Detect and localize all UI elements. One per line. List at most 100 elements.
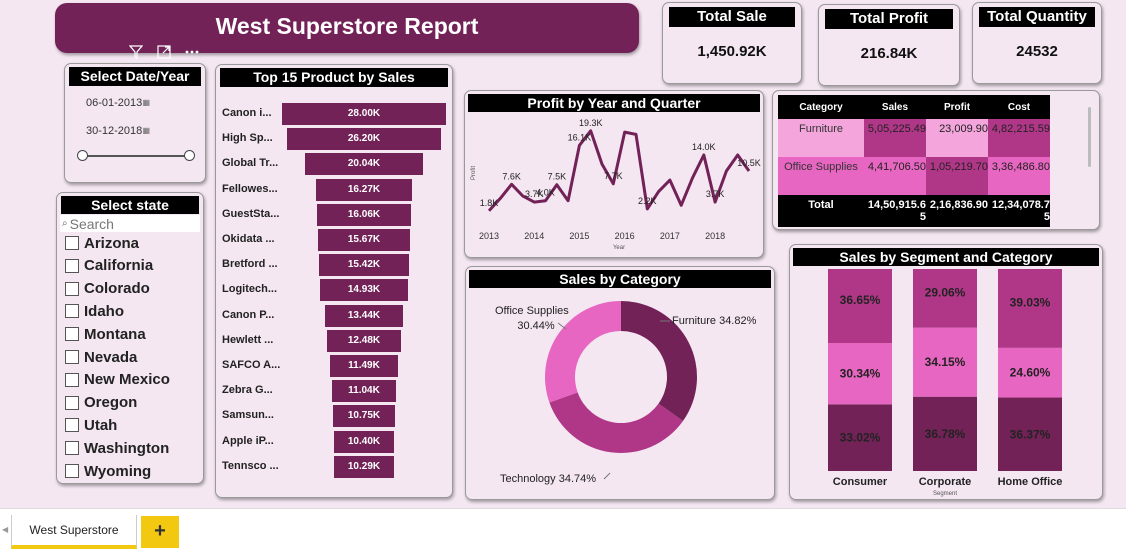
state-option[interactable]: Montana: [65, 324, 146, 344]
product-bar[interactable]: 16.27K: [316, 178, 412, 201]
state-option[interactable]: California: [65, 256, 153, 276]
product-label: Okidata ...: [222, 233, 275, 245]
start-date-field[interactable]: 06-01-2013 ▦: [76, 92, 150, 114]
product-bar[interactable]: 20.04K: [305, 153, 423, 176]
table-row[interactable]: Office Supplies 4,41,706.50 1,05,219.70 …: [778, 157, 1050, 195]
state-option[interactable]: Colorado: [65, 279, 150, 299]
checkbox-icon[interactable]: [65, 464, 79, 478]
checkbox-icon[interactable]: [65, 372, 79, 387]
matrix-cell-sales: 5,05,225.49: [864, 119, 926, 157]
state-option[interactable]: New Mexico: [65, 370, 170, 390]
product-bar[interactable]: 11.04K: [331, 380, 397, 403]
checkbox-icon[interactable]: [65, 418, 79, 433]
state-option[interactable]: Oregon: [65, 393, 137, 413]
top-products-chart: Canon i... 28.00K High Sp... 26.20K Global T…: [216, 65, 454, 499]
checkbox-icon[interactable]: [65, 236, 79, 250]
category-matrix: Category Sales Profit Cost Furniture 5,0…: [778, 95, 1050, 227]
checkbox-icon[interactable]: [65, 304, 79, 319]
product-label: Bretford ...: [222, 258, 278, 271]
state-option[interactable]: Washington: [65, 438, 169, 458]
state-label: Colorado: [84, 280, 150, 298]
table-row[interactable]: Furniture 5,05,225.49 23,009.90 4,82,215…: [778, 119, 1050, 157]
profit-line-card: Profit by Year and Quarter 1.8K 7.6K 3.7K 4…: [464, 90, 764, 258]
slider-handle-end[interactable]: [184, 150, 195, 161]
checkbox-icon[interactable]: [65, 350, 79, 364]
state-option[interactable]: Idaho: [65, 301, 124, 321]
tab-scroll-left[interactable]: ◀: [2, 525, 8, 534]
checkbox-icon[interactable]: [65, 395, 79, 410]
tab-west-superstore[interactable]: West Superstore: [11, 515, 137, 549]
state-option[interactable]: Utah: [65, 415, 117, 435]
page-tab-bar: ◀ West Superstore +: [0, 508, 1126, 549]
category-matrix-card: Category Sales Profit Cost Furniture 5,0…: [772, 90, 1100, 230]
product-bar[interactable]: 15.42K: [318, 254, 410, 277]
product-label: High Sp...: [222, 132, 273, 145]
product-label: Apple iP...: [222, 434, 274, 447]
top-products-card: Top 15 Product by Sales Canon i... 28.00K…: [215, 64, 453, 498]
product-bar[interactable]: 14.93K: [320, 279, 408, 302]
matrix-cell-sales: 4,41,706.50: [864, 157, 926, 195]
matrix-header-sales[interactable]: Sales: [864, 95, 926, 119]
slice-label-office-supplies-name: Office Supplies: [495, 305, 569, 317]
product-label: SAFCO A...: [222, 359, 281, 371]
product-bar[interactable]: 12.48K: [327, 329, 401, 352]
state-option[interactable]: Arizona: [65, 233, 139, 253]
state-label: Oregon: [84, 394, 138, 412]
x-tick-label: 2018: [705, 231, 725, 241]
end-date-field[interactable]: 30-12-2018 ▦: [76, 120, 150, 142]
x-axis-title: Segment: [933, 491, 957, 497]
state-label: Montana: [84, 325, 146, 343]
product-label: Fellowes...: [222, 182, 278, 195]
focus-mode-icon[interactable]: [152, 42, 176, 62]
checkbox-icon[interactable]: [65, 258, 79, 273]
state-search-box[interactable]: ⌕ Search: [60, 215, 200, 232]
product-label: Canon i...: [222, 107, 272, 119]
scrollbar-thumb[interactable]: [1088, 107, 1091, 167]
date-range-slider[interactable]: [77, 150, 195, 162]
state-option[interactable]: Wyoming: [65, 461, 151, 481]
checkbox-icon[interactable]: [65, 281, 79, 296]
data-label: 7.5K: [548, 172, 567, 182]
checkbox-icon[interactable]: [65, 327, 79, 342]
data-label: 3.7K: [706, 189, 725, 199]
matrix-scrollbar[interactable]: [1086, 99, 1092, 219]
product-bar[interactable]: 10.29K: [333, 455, 395, 478]
add-page-button[interactable]: +: [141, 516, 179, 548]
matrix-header-category[interactable]: Category: [778, 95, 864, 119]
start-date-value: 06-01-2013: [86, 97, 143, 109]
product-bar[interactable]: 10.75K: [332, 405, 396, 428]
y-axis-title: Profit: [471, 166, 477, 180]
product-bar[interactable]: 10.40K: [333, 430, 395, 453]
product-bar[interactable]: 11.49K: [330, 355, 398, 377]
product-bar[interactable]: 26.20K: [287, 128, 441, 151]
profit-line-chart: 1.8K 7.6K 3.7K 4.0K 7.5K 16.1K 19.3K 7.7K 2.2K 14…: [471, 118, 761, 251]
segment-stacked-chart: 33.02% 30.34% 36.65% Consumer 36.78% 34.15% 29…: [828, 268, 1062, 497]
state-option[interactable]: Nevada: [65, 347, 137, 367]
product-bar[interactable]: 16.06K: [316, 203, 412, 226]
matrix-header-profit[interactable]: Profit: [926, 95, 988, 119]
matrix-scroll-area[interactable]: Category Sales Profit Cost Furniture 5,0…: [778, 95, 1092, 227]
matrix-header-cost[interactable]: Cost: [988, 95, 1050, 119]
product-label: Logitech...: [222, 283, 277, 296]
matrix-cell-cost: 3,36,486.80: [988, 157, 1050, 195]
state-label: California: [84, 257, 154, 275]
product-bar[interactable]: 15.67K: [318, 229, 410, 251]
kpi-title: Total Sale: [669, 7, 795, 27]
matrix-cell-cost: 4,82,215.59: [988, 119, 1050, 157]
leader-line: [603, 472, 611, 480]
product-bar[interactable]: 28.00K: [282, 103, 446, 125]
x-tick-label: 2017: [660, 231, 680, 241]
kpi-card-total-sale: Total Sale 1,450.92K: [662, 2, 802, 84]
checkbox-icon[interactable]: [65, 441, 79, 456]
product-bar[interactable]: 13.44K: [324, 304, 404, 327]
sales-category-donut: Furniture 34.82% Technology 34.74% Office …: [495, 301, 757, 485]
data-label: 14.0K: [692, 142, 716, 152]
search-placeholder: Search: [69, 215, 114, 232]
more-options-icon[interactable]: [180, 42, 204, 62]
calendar-icon[interactable]: ▦: [142, 92, 150, 114]
slider-handle-start[interactable]: [77, 150, 88, 161]
filter-icon[interactable]: [124, 42, 148, 62]
data-label: 30.34%: [840, 367, 881, 381]
calendar-icon[interactable]: ▦: [142, 120, 150, 142]
x-axis-title: Year: [613, 245, 625, 251]
